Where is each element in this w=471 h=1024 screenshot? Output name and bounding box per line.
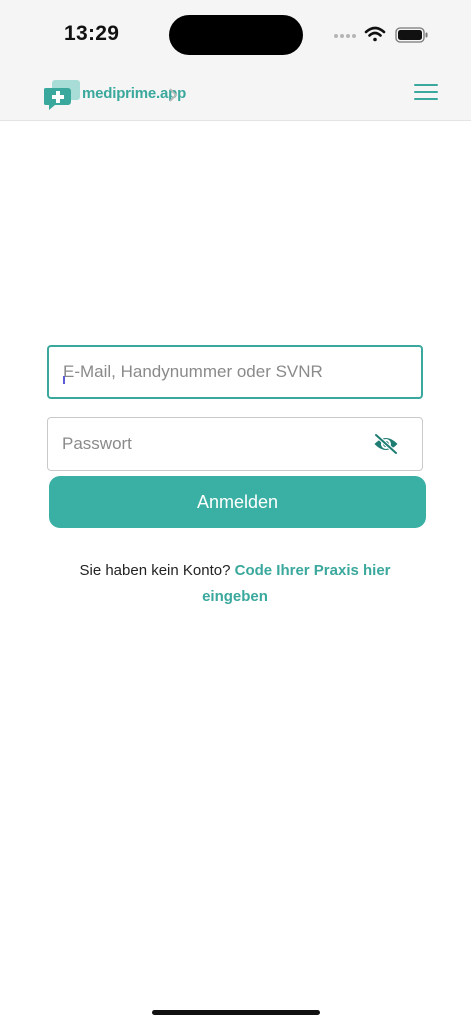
identifier-input[interactable]	[63, 347, 363, 397]
eye-slash-icon[interactable]	[373, 433, 399, 455]
login-button[interactable]: Anmelden	[49, 476, 426, 528]
status-time: 13:29	[64, 22, 120, 45]
cellular-dots-icon	[334, 34, 356, 38]
password-input[interactable]	[62, 418, 362, 470]
mediprime-logo-icon[interactable]	[44, 78, 84, 110]
signup-prompt: Sie haben kein Konto?	[79, 562, 231, 579]
home-indicator[interactable]	[152, 1010, 320, 1015]
chevron-right-icon	[169, 88, 178, 102]
password-field[interactable]	[47, 417, 423, 471]
text-caret	[63, 376, 65, 384]
status-icons	[334, 26, 428, 43]
app-header: mediprime.app	[0, 70, 471, 121]
wifi-icon	[364, 26, 386, 42]
dynamic-island	[169, 15, 303, 55]
signup-section: Sie haben kein Konto? Code Ihrer Praxis …	[60, 558, 410, 610]
identifier-field[interactable]	[47, 345, 423, 399]
status-bar: 13:29	[0, 0, 471, 70]
battery-icon	[395, 27, 428, 43]
practice-code-link[interactable]: Code Ihrer Praxis hier eingeben	[202, 562, 390, 605]
hamburger-menu-icon[interactable]	[414, 84, 440, 106]
